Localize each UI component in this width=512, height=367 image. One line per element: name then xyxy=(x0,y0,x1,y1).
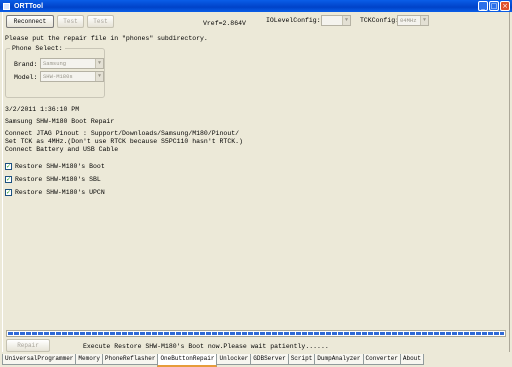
log-title: Samsung SHW-M180 Boot Repair xyxy=(5,118,115,125)
chevron-down-icon: ▼ xyxy=(342,16,350,25)
repair-button[interactable]: Repair xyxy=(6,339,50,352)
checkbox[interactable]: ✓ xyxy=(5,163,12,170)
phone-select-title: Phone Select: xyxy=(10,45,65,52)
chevron-down-icon: ▼ xyxy=(420,16,428,25)
restore-boot-label: Restore SHW-M180's Boot xyxy=(15,163,105,170)
tab-unlocker[interactable]: Unlocker xyxy=(216,354,252,365)
progress-fill xyxy=(8,332,504,335)
vref-readout: Vref=2.864V xyxy=(203,20,246,27)
chevron-down-icon: ▼ xyxy=(95,59,103,68)
log-line: Connect JTAG Pinout : Support/Downloads/… xyxy=(5,130,240,137)
minimize-button[interactable]: _ xyxy=(478,1,488,11)
brand-label: Brand: xyxy=(14,61,38,68)
close-button[interactable]: × xyxy=(500,1,510,11)
phone-select-group: Phone Select: Brand: Samsung ▼ Model: SHW… xyxy=(5,45,105,98)
tck-config-select[interactable]: 04MHz ▼ xyxy=(397,15,429,26)
model-select[interactable]: SHW-M180s ▼ xyxy=(40,71,104,82)
log-line: Connect Battery and USB Cable xyxy=(5,146,119,153)
restore-upcn-option[interactable]: ✓ Restore SHW-M180's UPCN xyxy=(5,189,105,196)
tab-script[interactable]: Script xyxy=(287,354,316,365)
test-button-2[interactable]: Test xyxy=(87,15,114,28)
log-line: Set TCK as 4MHz.(Don't use RTCK because … xyxy=(5,138,243,145)
io-level-config-select[interactable]: ▼ xyxy=(321,15,351,26)
restore-sbl-label: Restore SHW-M180's SBL xyxy=(15,176,101,183)
window-title: ORTTool xyxy=(14,2,44,10)
status-text: Execute Restore SHW-M180's Boot now.Plea… xyxy=(83,343,329,350)
tab-universalprogrammer[interactable]: UniversalProgrammer xyxy=(2,354,77,365)
instructions-text: Please put the repair file in "phones" s… xyxy=(5,35,208,42)
tab-onebuttonrepair[interactable]: OneButtonRepair xyxy=(157,354,218,367)
main-panel: Reconnect Test Test Vref=2.864V IOLevelC… xyxy=(2,12,510,352)
restore-sbl-option[interactable]: ✓ Restore SHW-M180's SBL xyxy=(5,176,101,183)
model-label: Model: xyxy=(14,74,38,81)
checkbox[interactable]: ✓ xyxy=(5,189,12,196)
maximize-button[interactable]: □ xyxy=(489,1,499,11)
brand-select[interactable]: Samsung ▼ xyxy=(40,58,104,69)
restore-boot-option[interactable]: ✓ Restore SHW-M180's Boot xyxy=(5,163,105,170)
tab-dumpanalyzer[interactable]: DumpAnalyzer xyxy=(314,354,364,365)
log-timestamp: 3/2/2011 1:36:10 PM xyxy=(5,106,80,113)
tab-phonereflasher[interactable]: PhoneReflasher xyxy=(102,354,159,365)
chevron-down-icon: ▼ xyxy=(95,72,103,81)
tab-about[interactable]: About xyxy=(399,354,424,365)
progress-bar xyxy=(6,330,506,337)
title-bar: ORTTool _ □ × xyxy=(0,0,512,12)
tab-memory[interactable]: Memory xyxy=(75,354,104,365)
tck-config-label: TCKConfig: xyxy=(360,17,400,24)
checkbox[interactable]: ✓ xyxy=(5,176,12,183)
tab-converter[interactable]: Converter xyxy=(362,354,401,365)
app-icon xyxy=(3,2,10,10)
reconnect-button[interactable]: Reconnect xyxy=(6,15,54,28)
test-button[interactable]: Test xyxy=(57,15,84,28)
tab-strip: UniversalProgrammer Memory PhoneReflasher O… xyxy=(2,354,424,367)
restore-upcn-label: Restore SHW-M180's UPCN xyxy=(15,189,105,196)
tab-gdbserver[interactable]: GDBServer xyxy=(250,354,289,365)
io-level-config-label: IOLevelConfig: xyxy=(266,17,321,24)
